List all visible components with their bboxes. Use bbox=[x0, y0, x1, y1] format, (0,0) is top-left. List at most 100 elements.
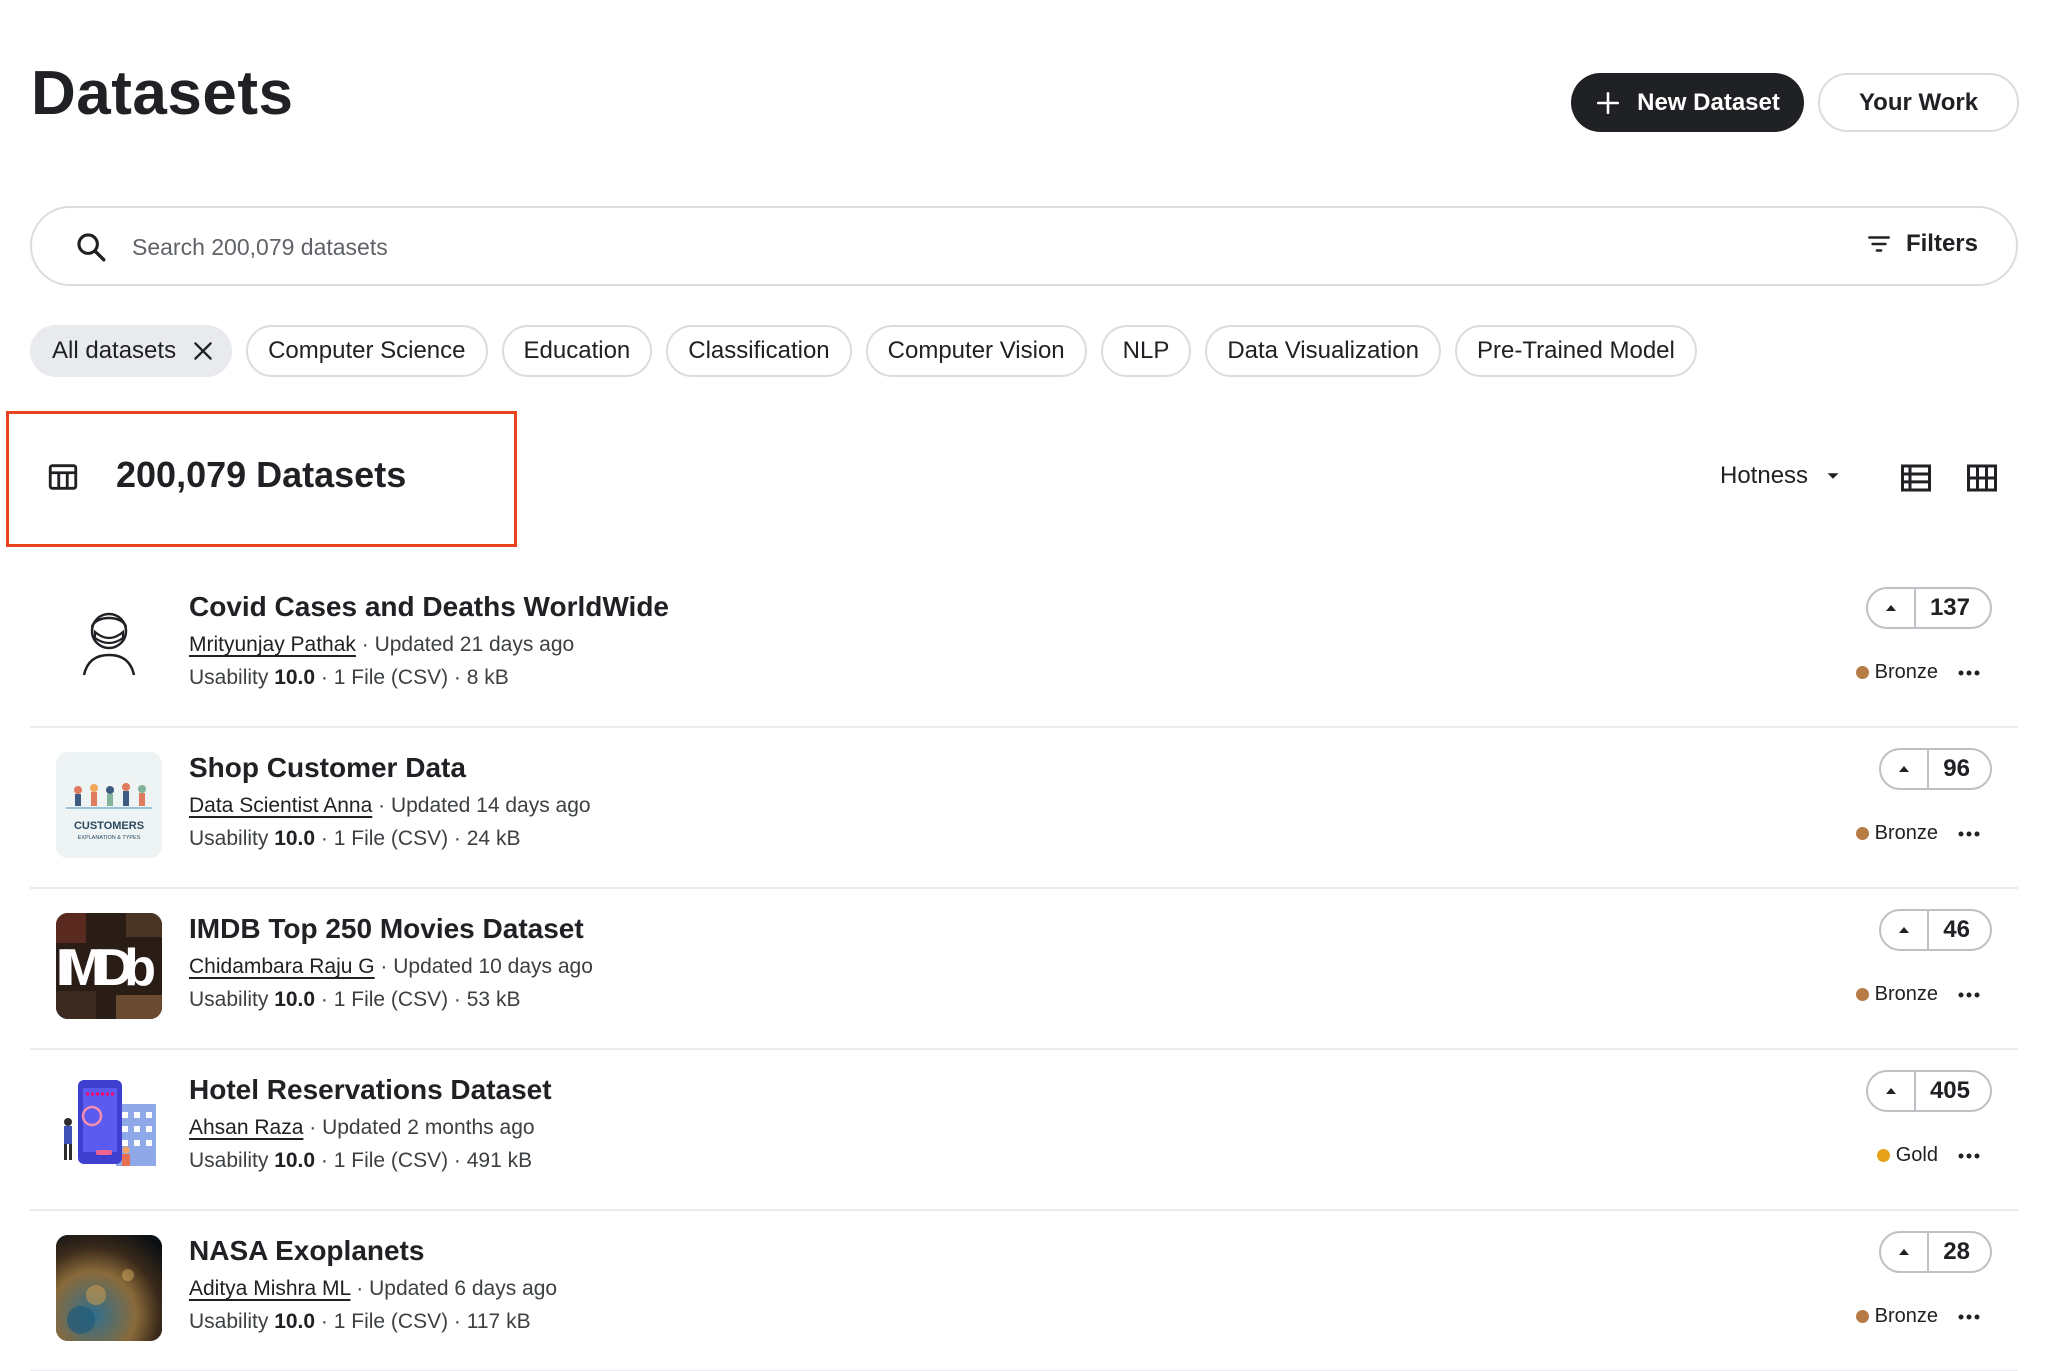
chip-label: Pre-Trained Model bbox=[1477, 337, 1675, 364]
medal-label: Bronze bbox=[1874, 822, 1938, 844]
list-item[interactable]: NASA Exoplanets Aditya Mishra ML · Updat… bbox=[30, 1211, 2018, 1371]
file-info: · 1 File (CSV) · 491 kB bbox=[315, 1149, 533, 1172]
list-item[interactable]: CUSTOMERS EXPLANATION & TYPES Shop Custo… bbox=[30, 728, 2018, 889]
dataset-thumbnail: IMDb bbox=[56, 913, 162, 1019]
more-options-icon[interactable] bbox=[1958, 992, 1980, 998]
dataset-title[interactable]: Shop Customer Data bbox=[189, 752, 466, 784]
updated-text: · Updated 21 days ago bbox=[355, 633, 575, 656]
new-dataset-button[interactable]: New Dataset bbox=[1571, 73, 1804, 132]
dataset-title[interactable]: NASA Exoplanets bbox=[189, 1235, 424, 1267]
medal-label: Bronze bbox=[1874, 1305, 1938, 1327]
upvote-button[interactable]: 405 bbox=[1865, 1070, 1992, 1112]
more-options-icon[interactable] bbox=[1958, 1314, 1980, 1320]
chip-label: Classification bbox=[688, 337, 830, 364]
thumb-title: CUSTOMERS bbox=[74, 820, 144, 832]
list-item[interactable]: IMDb IMDB Top 250 Movies Dataset Chidamb… bbox=[30, 889, 2018, 1050]
usability-label: Usability bbox=[189, 1149, 275, 1172]
list-view-icon[interactable] bbox=[1898, 460, 1934, 496]
dataset-details: Usability 10.0 · 1 File (CSV) · 24 kB bbox=[189, 827, 520, 851]
chip-computer-science[interactable]: Computer Science bbox=[246, 325, 488, 377]
usability-value: 10.0 bbox=[274, 988, 316, 1011]
list-item[interactable]: Hotel Reservations Dataset Ahsan Raza · … bbox=[30, 1050, 2018, 1211]
usability-label: Usability bbox=[189, 827, 275, 850]
chip-all-datasets[interactable]: All datasets bbox=[30, 325, 233, 377]
close-icon[interactable] bbox=[190, 338, 216, 364]
customers-illustration: CUSTOMERS EXPLANATION & TYPES bbox=[56, 752, 162, 858]
usability-value: 10.0 bbox=[274, 1310, 316, 1333]
chip-data-visualization[interactable]: Data Visualization bbox=[1205, 325, 1441, 377]
more-options-icon[interactable] bbox=[1958, 670, 1980, 676]
upvote-button[interactable]: 28 bbox=[1879, 1231, 1992, 1273]
author-link[interactable]: Chidambara Raju G bbox=[189, 955, 375, 978]
chip-education[interactable]: Education bbox=[501, 325, 653, 377]
category-chips: All datasets Computer Science Education … bbox=[30, 325, 1697, 377]
dataset-meta: Chidambara Raju G · Updated 10 days ago bbox=[189, 955, 593, 979]
dataset-title[interactable]: Covid Cases and Deaths WorldWide bbox=[189, 591, 669, 623]
dataset-thumbnail bbox=[56, 1074, 162, 1180]
list-item[interactable]: Covid Cases and Deaths WorldWide Mrityun… bbox=[30, 567, 2018, 728]
dataset-details: Usability 10.0 · 1 File (CSV) · 117 kB bbox=[189, 1310, 531, 1334]
medal-label: Bronze bbox=[1874, 661, 1938, 683]
author-link[interactable]: Aditya Mishra ML bbox=[189, 1277, 350, 1300]
vote-count: 96 bbox=[1943, 755, 1970, 782]
chip-computer-vision[interactable]: Computer Vision bbox=[865, 325, 1087, 377]
chip-nlp[interactable]: NLP bbox=[1100, 325, 1192, 377]
dataset-title[interactable]: Hotel Reservations Dataset bbox=[189, 1074, 552, 1106]
dataset-details: Usability 10.0 · 1 File (CSV) · 8 kB bbox=[189, 666, 509, 690]
dataset-meta: Aditya Mishra ML · Updated 6 days ago bbox=[189, 1277, 557, 1301]
upvote-button[interactable]: 46 bbox=[1879, 909, 1992, 951]
dataset-title[interactable]: IMDB Top 250 Movies Dataset bbox=[189, 913, 584, 945]
file-info: · 1 File (CSV) · 8 kB bbox=[315, 666, 509, 689]
usability-value: 10.0 bbox=[274, 1149, 316, 1172]
updated-text: · Updated 14 days ago bbox=[372, 794, 591, 817]
your-work-label: Your Work bbox=[1858, 88, 1979, 116]
dataset-details: Usability 10.0 · 1 File (CSV) · 491 kB bbox=[189, 1149, 532, 1173]
plus-icon bbox=[1597, 91, 1620, 114]
sort-dropdown[interactable]: Hotness bbox=[1720, 462, 1844, 490]
usability-value: 10.0 bbox=[274, 666, 316, 689]
chip-label: Education bbox=[523, 337, 631, 364]
chip-label: Computer Science bbox=[268, 337, 466, 364]
usability-label: Usability bbox=[189, 666, 275, 689]
page-title: Datasets bbox=[31, 59, 294, 128]
thumb-title: IMDb bbox=[56, 939, 156, 997]
search-icon bbox=[77, 233, 106, 262]
chip-label: Computer Vision bbox=[887, 337, 1065, 364]
upvote-arrow-icon bbox=[1899, 927, 1910, 933]
grid-view-icon[interactable] bbox=[1964, 460, 2000, 496]
file-info: · 1 File (CSV) · 53 kB bbox=[315, 988, 521, 1011]
search-input[interactable] bbox=[132, 228, 1832, 266]
chip-pre-trained-model[interactable]: Pre-Trained Model bbox=[1455, 325, 1697, 377]
bronze-medal-icon bbox=[1855, 827, 1869, 840]
upvote-button[interactable]: 137 bbox=[1865, 587, 1992, 629]
vote-count: 28 bbox=[1943, 1238, 1970, 1265]
usability-label: Usability bbox=[189, 988, 275, 1011]
more-options-icon[interactable] bbox=[1958, 831, 1980, 837]
medal-label: Gold bbox=[1895, 1144, 1938, 1166]
dataset-thumbnail: CUSTOMERS EXPLANATION & TYPES bbox=[56, 752, 162, 858]
chip-classification[interactable]: Classification bbox=[666, 325, 852, 377]
filters-button[interactable]: Filters bbox=[1866, 230, 1978, 258]
usability-value: 10.0 bbox=[274, 827, 316, 850]
author-link[interactable]: Data Scientist Anna bbox=[189, 794, 372, 817]
medal-badge: Gold bbox=[1876, 1144, 1980, 1167]
gold-medal-icon bbox=[1876, 1149, 1890, 1162]
upvote-button[interactable]: 96 bbox=[1879, 748, 1992, 790]
updated-text: · Updated 6 days ago bbox=[350, 1277, 558, 1300]
upvote-arrow-icon bbox=[1899, 1249, 1910, 1255]
author-link[interactable]: Mrityunjay Pathak bbox=[189, 633, 356, 656]
imdb-poster-image: IMDb bbox=[56, 913, 162, 1019]
more-options-icon[interactable] bbox=[1958, 1153, 1980, 1159]
hotel-booking-illustration bbox=[56, 1074, 162, 1180]
medal-label: Bronze bbox=[1874, 983, 1938, 1005]
upvote-arrow-icon bbox=[1899, 766, 1910, 772]
filters-label: Filters bbox=[1905, 230, 1978, 257]
updated-text: · Updated 10 days ago bbox=[374, 955, 593, 978]
dataset-count: 200,079 Datasets bbox=[116, 454, 407, 495]
chip-label: All datasets bbox=[52, 337, 177, 364]
usability-label: Usability bbox=[189, 1310, 275, 1333]
author-link[interactable]: Ahsan Raza bbox=[189, 1116, 303, 1139]
search-bar: Filters bbox=[30, 206, 2018, 286]
vote-count: 137 bbox=[1929, 594, 1970, 621]
your-work-button[interactable]: Your Work bbox=[1818, 73, 2019, 132]
